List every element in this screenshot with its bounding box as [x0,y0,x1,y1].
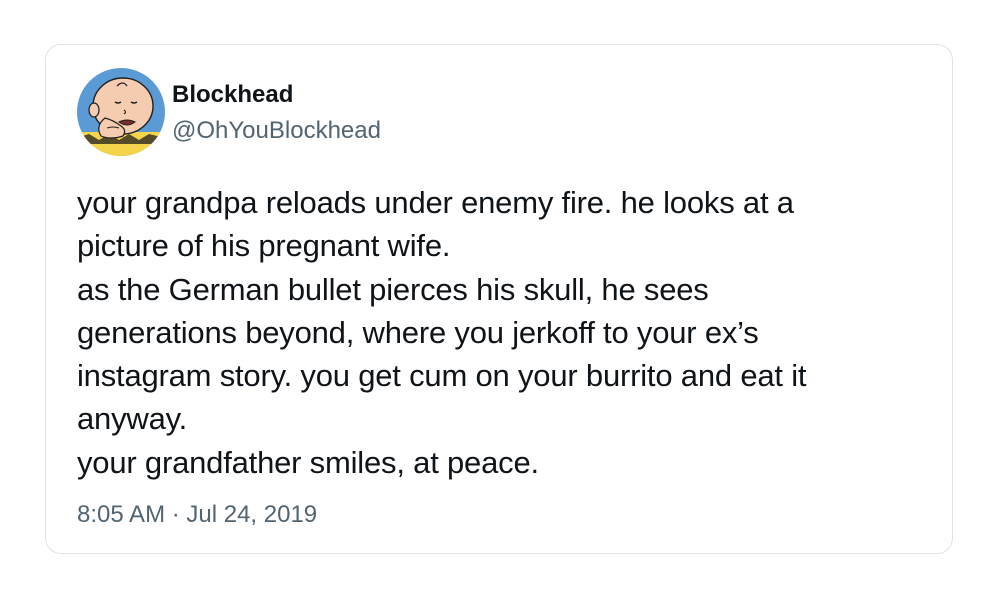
tweet-text-line: picture of his pregnant wife. [77,228,451,264]
tweet-text-line: as the German bullet pierces his skull, … [77,271,709,307]
tweet-timestamp[interactable]: 8:05 AM · Jul 24, 2019 [77,501,317,529]
tweet-text-line: generations beyond, where you jerkoff to… [77,314,759,350]
tweet-card[interactable]: Blockhead @OhYouBlockhead your grandpa r… [45,44,953,554]
tweet-text-line: your grandfather smiles, at peace. [77,444,539,480]
charlie-brown-avatar-icon[interactable] [77,68,165,156]
author-handle[interactable]: @OhYouBlockhead [172,117,381,145]
tweet-text-line: your grandpa reloads under enemy fire. h… [77,185,794,220]
tweet-text-line: anyway. [77,401,188,437]
author-display-name[interactable]: Blockhead [172,81,293,109]
tweet-text-line: instagram story. you get cum on your bur… [77,358,807,394]
tweet-text: your grandpa reloads under enemy fire. h… [77,181,937,484]
